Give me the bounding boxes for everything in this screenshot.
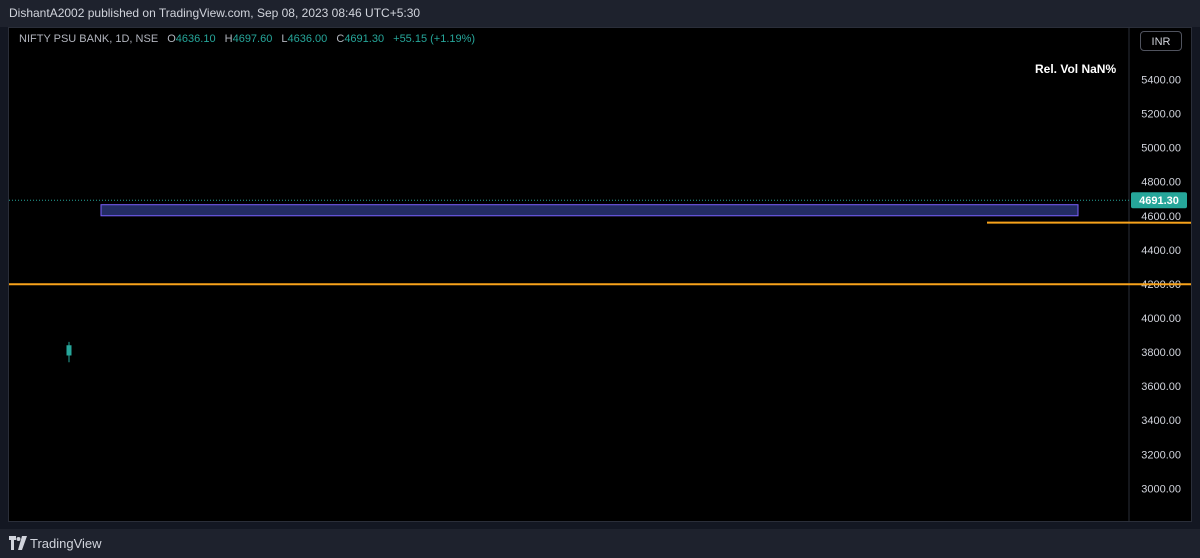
y-tick-label: 5200.00 [1141,109,1181,121]
y-tick-label: 4600.00 [1141,211,1181,223]
y-tick-label: 5400.00 [1141,74,1181,86]
y-tick-label: 3000.00 [1141,483,1181,495]
open-label: O [167,33,176,45]
high-label: H [224,33,233,45]
high-value: 4697.60 [232,33,273,45]
symbol-label: NIFTY PSU BANK, 1D, NSE [19,33,159,45]
tradingview-brand: TradingView [30,536,102,551]
resistance-zone [100,204,1079,217]
y-tick-label: 4800.00 [1141,177,1181,189]
close-value: 4691.30 [344,33,385,45]
candle-body [66,345,72,356]
currency-button[interactable]: INR [1140,31,1182,51]
tradingview-logo-icon [9,536,27,550]
published-text: DishantA2002 published on TradingView.co… [9,6,421,20]
y-tick-label: 4400.00 [1141,245,1181,257]
y-tick-label: 4000.00 [1141,313,1181,325]
price-chart[interactable]: 3000.00 3200.00 3400.00 3600.00 3800.00 4000.… [9,28,1191,521]
open-value: 4636.10 [175,33,216,45]
last-price-tag-label: 4691.30 [1139,195,1179,207]
y-tick-label: 3400.00 [1141,415,1181,427]
ohlc-legend: NIFTY PSU BANK, 1D, NSE O4636.10 H4697.6… [19,33,475,45]
y-tick-label: 3800.00 [1141,347,1181,359]
y-tick-label: 3600.00 [1141,381,1181,393]
y-tick-label: 3200.00 [1141,449,1181,461]
tradingview-footer: TradingView [0,529,1200,558]
rel-vol-indicator: Rel. Vol NaN% [1035,62,1117,76]
low-value: 4636.00 [287,33,328,45]
change-value: +55.15 (+1.19%) [393,33,476,45]
publish-header: DishantA2002 published on TradingView.co… [0,0,1200,27]
moving-average-line [9,221,1191,438]
y-tick-label: 5000.00 [1141,143,1181,155]
chart-pane[interactable]: 3000.00 3200.00 3400.00 3600.00 3800.00 4000.… [8,27,1192,522]
